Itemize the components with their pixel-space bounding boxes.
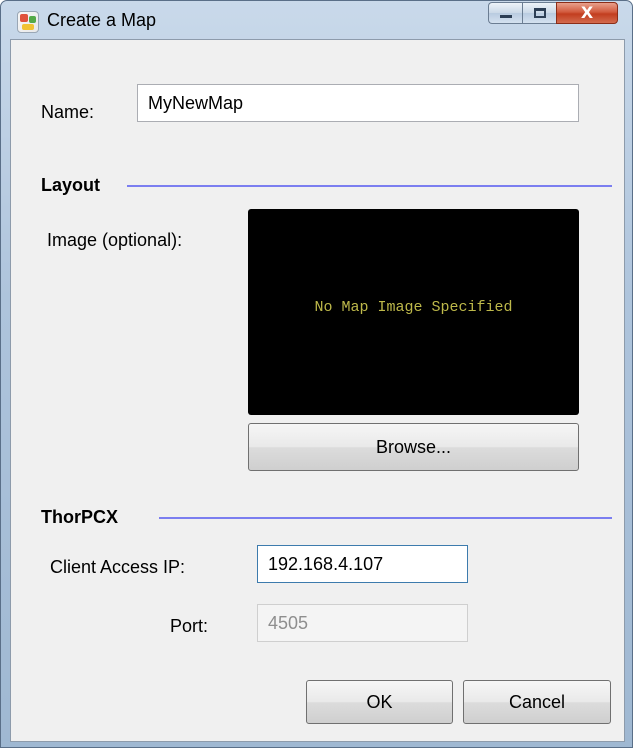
- port-label: Port:: [170, 616, 209, 636]
- thorpcx-section-title: ThorPCX: [41, 507, 119, 527]
- layout-section-title: Layout: [41, 175, 101, 195]
- dialog-content: Name: MyNewMap Layout Image (optional): …: [10, 39, 625, 742]
- map-image-preview: No Map Image Specified: [248, 209, 579, 415]
- image-label: Image (optional):: [47, 230, 183, 250]
- close-button[interactable]: X: [556, 2, 618, 24]
- no-image-text: No Map Image Specified: [314, 299, 513, 316]
- maximize-icon: [534, 8, 546, 18]
- layout-section-divider: [127, 185, 612, 187]
- name-label: Name:: [41, 102, 95, 122]
- minimize-button[interactable]: [488, 2, 522, 24]
- browse-button[interactable]: Browse...: [248, 423, 579, 471]
- client-ip-label: Client Access IP:: [50, 557, 186, 577]
- client-ip-input[interactable]: 192.168.4.107: [257, 545, 468, 583]
- maximize-button[interactable]: [522, 2, 556, 24]
- ok-button[interactable]: OK: [306, 680, 453, 724]
- title-bar[interactable]: Create a Map X: [1, 1, 632, 39]
- app-icon[interactable]: [17, 11, 39, 33]
- caption-buttons: X: [488, 2, 618, 24]
- window-title: Create a Map: [47, 10, 157, 30]
- port-input[interactable]: 4505: [257, 604, 468, 642]
- name-input[interactable]: MyNewMap: [137, 84, 579, 122]
- cancel-button[interactable]: Cancel: [463, 680, 611, 724]
- close-icon: X: [580, 3, 594, 22]
- dialog-window: Create a Map X Name: MyNewMap Layout Ima…: [0, 0, 633, 748]
- minimize-icon: [500, 15, 512, 18]
- thorpcx-section-divider: [159, 517, 612, 519]
